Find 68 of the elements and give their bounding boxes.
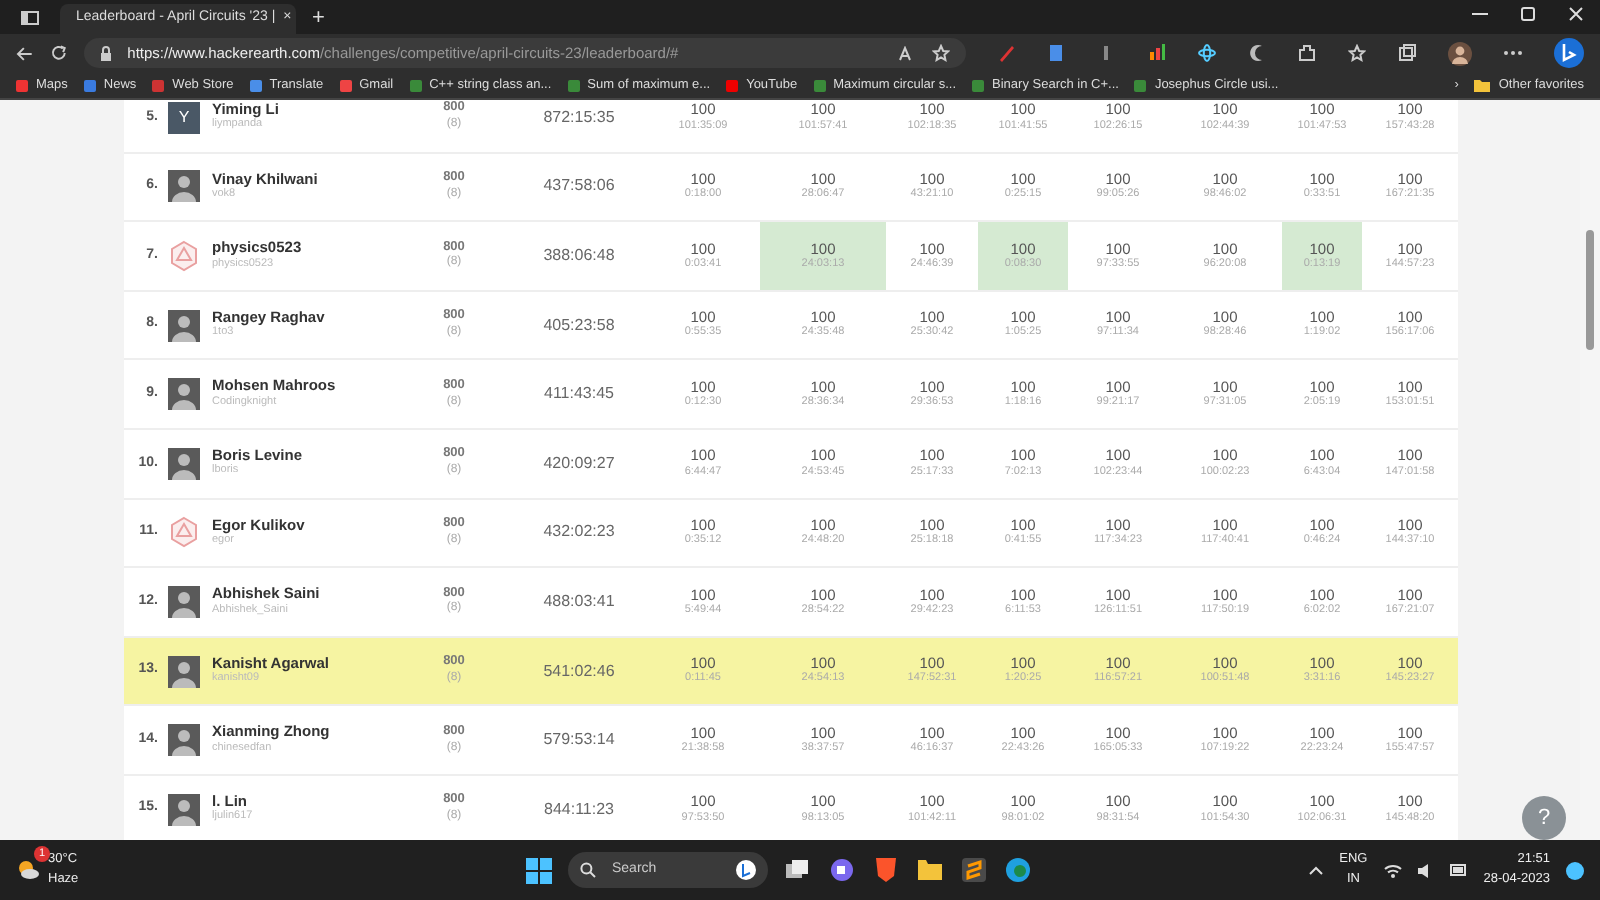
document-icon[interactable]: [1048, 44, 1067, 62]
total-time: 420:09:27: [541, 451, 617, 476]
total-time: 405:23:58: [541, 313, 617, 338]
battery-icon[interactable]: [1449, 864, 1468, 876]
total-time: 844:11:23: [542, 797, 616, 822]
chevron-up-icon[interactable]: [1307, 865, 1324, 875]
bookmark-icon: [567, 79, 580, 91]
back-icon[interactable]: [16, 45, 34, 61]
user-avatar-icon: [168, 655, 200, 688]
hexagon-logo-icon: [168, 239, 200, 272]
bookmark-icon: [1134, 79, 1147, 91]
speaker-icon[interactable]: [1417, 863, 1434, 877]
favorites-icon[interactable]: [1348, 44, 1367, 62]
avatar: Y: [168, 101, 200, 134]
total-time: 488:03:41: [541, 589, 617, 614]
hexagon-logo-icon: [168, 516, 200, 549]
bookmark-icon: [152, 79, 165, 91]
total-time: 541:02:46: [541, 659, 617, 684]
total-time: 411:43:45: [542, 382, 616, 407]
bing-icon: [736, 860, 756, 880]
task-view-icon[interactable]: [784, 856, 812, 884]
user-avatar-icon: [168, 585, 200, 618]
bookmark-icon: [83, 79, 96, 91]
folder-icon: [1474, 79, 1491, 91]
bookmark-icon: [409, 79, 422, 91]
bing-icon[interactable]: [1554, 38, 1585, 68]
restore-icon[interactable]: [1520, 6, 1536, 22]
notification-icon[interactable]: [1566, 861, 1584, 879]
tab-actions-icon[interactable]: [20, 10, 40, 26]
total-time: 388:06:48: [541, 243, 617, 268]
read-aloud-icon[interactable]: [898, 45, 917, 61]
refresh-icon[interactable]: [49, 44, 68, 62]
total-time: 437:58:06: [541, 174, 617, 199]
close-icon[interactable]: [1568, 6, 1584, 22]
crescent-icon[interactable]: [1248, 44, 1267, 62]
chart-icon[interactable]: [1148, 44, 1167, 62]
weather-icon[interactable]: [16, 860, 40, 880]
collections-icon[interactable]: [1398, 44, 1417, 62]
user-avatar-icon: [168, 170, 200, 203]
total-time: 579:53:14: [541, 728, 617, 753]
wifi-icon[interactable]: [1383, 863, 1402, 877]
user-avatar-icon: [168, 724, 200, 757]
total-time: 872:15:35: [541, 105, 617, 130]
user-avatar-icon: [168, 793, 200, 826]
search-icon: [580, 862, 596, 878]
bookmark-icon: [726, 79, 739, 91]
new-tab-button[interactable]: +: [312, 2, 325, 35]
folder-icon[interactable]: [916, 856, 944, 884]
user-avatar-icon: [168, 378, 200, 411]
edge-icon[interactable]: [1004, 856, 1032, 884]
favorite-add-icon[interactable]: [932, 44, 951, 62]
profile-avatar-icon[interactable]: [1448, 41, 1473, 65]
total-time: 432:02:23: [541, 520, 617, 545]
more-icon[interactable]: [1504, 50, 1523, 56]
bookmark-icon: [16, 79, 28, 91]
bookmark-icon: [813, 79, 826, 91]
bookmark-icon: [249, 79, 262, 91]
windows-start-icon[interactable]: [526, 857, 552, 883]
user-avatar-icon: [168, 309, 200, 342]
extensions-icon[interactable]: [1298, 44, 1317, 62]
chat-icon[interactable]: [828, 856, 856, 884]
bookmark-icon: [972, 79, 985, 91]
sublime-icon[interactable]: [960, 856, 988, 884]
scrollbar-thumb[interactable]: [1586, 230, 1594, 350]
react-icon[interactable]: [1198, 44, 1217, 62]
lock-icon: [99, 45, 112, 61]
bookmark-icon: [339, 79, 352, 91]
user-avatar-icon: [168, 447, 200, 480]
